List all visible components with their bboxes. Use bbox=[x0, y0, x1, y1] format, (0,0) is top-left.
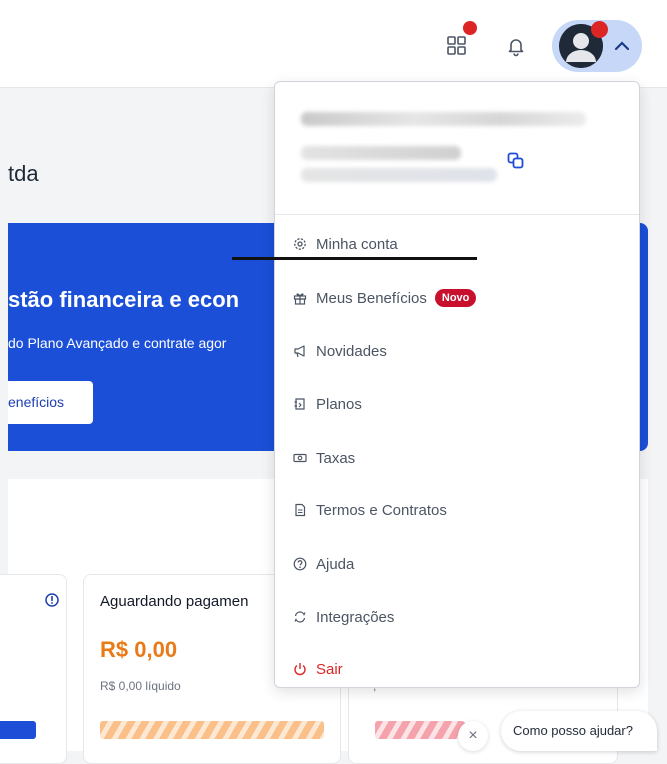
menu-item-label: Taxas bbox=[316, 449, 356, 467]
close-chat-button[interactable]: × bbox=[458, 721, 488, 751]
menu-item-integracoes[interactable]: Integrações bbox=[275, 597, 639, 637]
cash-icon bbox=[293, 451, 307, 465]
card-amount: R$ 0,00 bbox=[100, 637, 178, 662]
menu-item-novidades[interactable]: Novidades bbox=[275, 331, 639, 371]
account-info bbox=[275, 82, 639, 215]
new-badge: Novo bbox=[434, 289, 477, 307]
megaphone-icon bbox=[293, 344, 307, 358]
menu-item-label: Minha conta bbox=[316, 235, 398, 253]
redacted-account-name bbox=[301, 112, 586, 126]
bell-icon[interactable] bbox=[505, 35, 527, 57]
progress-bar bbox=[0, 721, 36, 739]
menu-item-ajuda[interactable]: Ajuda bbox=[275, 544, 639, 584]
redacted-account-id bbox=[301, 168, 497, 182]
top-bar bbox=[0, 0, 667, 88]
document-icon bbox=[293, 503, 307, 517]
gift-icon bbox=[293, 291, 307, 305]
banner-title: stão financeira e econ bbox=[8, 287, 240, 312]
profile-notification-dot bbox=[591, 21, 608, 38]
apps-notification-dot bbox=[463, 21, 477, 35]
striped-progress-bar bbox=[375, 721, 465, 739]
help-icon bbox=[293, 557, 307, 571]
plans-icon bbox=[293, 397, 307, 411]
menu-item-planos[interactable]: Planos bbox=[275, 384, 639, 424]
company-name: tda bbox=[8, 161, 39, 186]
copy-icon[interactable] bbox=[507, 152, 525, 170]
power-icon bbox=[293, 662, 307, 676]
banner-benefits-button[interactable]: enefícios bbox=[8, 381, 93, 424]
menu-item-label: Meus Benefícios bbox=[316, 289, 427, 307]
banner-subtitle: do Plano Avançado e contrate agor bbox=[8, 335, 227, 351]
annotation-underline bbox=[232, 257, 477, 260]
menu-item-taxas[interactable]: Taxas bbox=[275, 438, 639, 478]
menu-item-sair[interactable]: Sair bbox=[275, 649, 639, 689]
help-chat-bubble[interactable]: Como posso ajudar? bbox=[501, 711, 657, 751]
card-net-value: R$ 0,00 líquido bbox=[100, 679, 181, 693]
menu-item-termos-e-contratos[interactable]: Termos e Contratos bbox=[275, 490, 639, 530]
menu-item-meus-beneficios[interactable]: Meus Benefícios Novo bbox=[275, 278, 639, 318]
redacted-account-email bbox=[301, 146, 461, 160]
menu-item-label: Integrações bbox=[316, 608, 395, 626]
card-title: Aguardando pagamen bbox=[100, 593, 249, 610]
profile-dropdown-menu: Minha conta Meus Benefícios Novo Novidad… bbox=[274, 81, 640, 688]
chevron-up-icon bbox=[611, 35, 633, 57]
gear-icon bbox=[293, 237, 307, 251]
menu-item-label: Planos bbox=[316, 395, 362, 413]
striped-progress-bar bbox=[100, 721, 324, 739]
menu-item-label: Termos e Contratos bbox=[316, 501, 447, 519]
menu-item-label: Ajuda bbox=[316, 555, 355, 573]
menu-item-label: Sair bbox=[316, 660, 343, 678]
info-icon[interactable] bbox=[45, 593, 59, 607]
apps-grid-icon[interactable] bbox=[446, 35, 468, 57]
menu-item-label: Novidades bbox=[316, 342, 387, 360]
sync-icon bbox=[293, 610, 307, 624]
summary-card bbox=[0, 574, 67, 764]
